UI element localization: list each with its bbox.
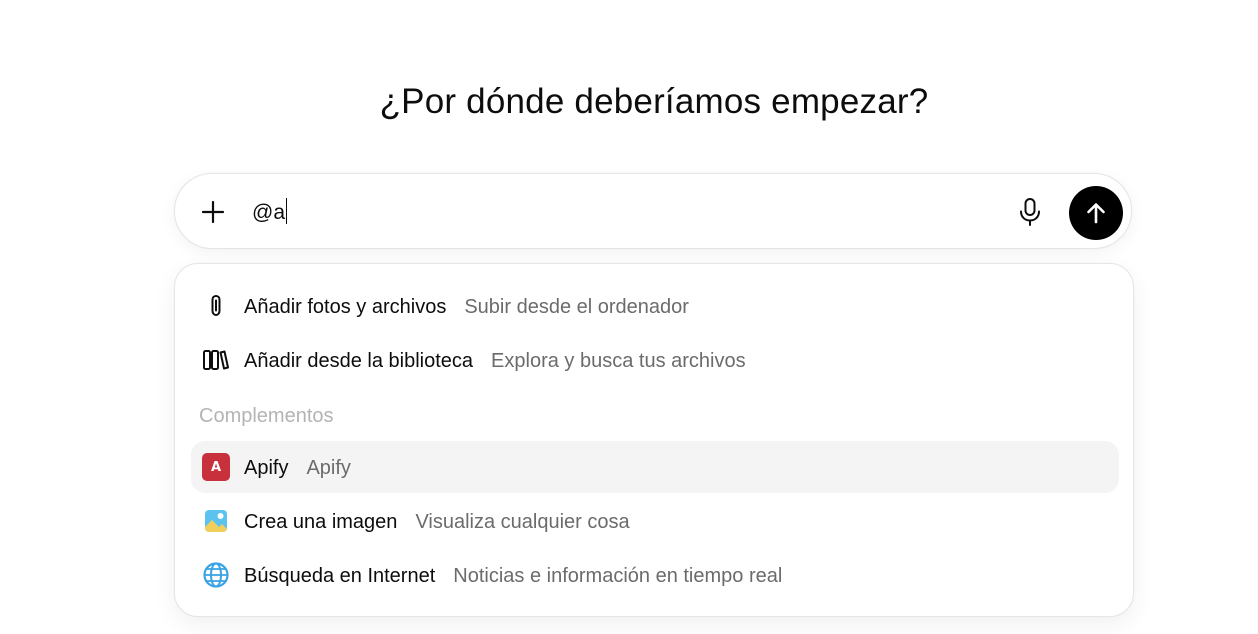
menu-item-description: Apify	[306, 457, 351, 479]
library-icon	[201, 345, 231, 375]
add-attachment-button[interactable]	[195, 194, 231, 230]
mention-suggestions-menu: Añadir fotos y archivos Subir desde el or…	[174, 263, 1134, 617]
menu-item-title: Apify	[244, 457, 289, 479]
menu-item-text: Crea una imagen Visualiza cualquier cosa	[244, 509, 630, 535]
menu-item-text: Añadir desde la biblioteca Explora y busc…	[244, 348, 746, 374]
menu-item-description: Visualiza cualquier cosa	[415, 511, 630, 533]
text-caret	[286, 198, 287, 224]
menu-item-title: Añadir desde la biblioteca	[244, 350, 474, 372]
arrow-up-icon	[1087, 203, 1105, 224]
menu-item-text: Añadir fotos y archivos Subir desde el or…	[244, 294, 689, 320]
menu-item-description: Noticias e información en tiempo real	[453, 565, 783, 587]
menu-item-create-image[interactable]: Crea una imagen Visualiza cualquier cosa	[191, 495, 1119, 547]
plus-icon	[201, 200, 225, 224]
apify-logo-icon: A	[201, 452, 231, 482]
menu-item-add-photos-files[interactable]: Añadir fotos y archivos Subir desde el or…	[191, 280, 1119, 332]
menu-item-title: Búsqueda en Internet	[244, 565, 436, 587]
menu-item-title: Añadir fotos y archivos	[244, 296, 447, 318]
prompt-input-value: @a	[252, 201, 285, 224]
menu-item-plugin-apify[interactable]: A Apify Apify	[191, 441, 1119, 493]
paperclip-icon	[201, 291, 231, 321]
dictate-button[interactable]	[1011, 193, 1049, 231]
image-icon	[201, 506, 231, 536]
menu-item-description: Explora y busca tus archivos	[491, 350, 746, 372]
menu-item-description: Subir desde el ordenador	[464, 296, 689, 318]
menu-item-text: Apify Apify	[244, 455, 351, 481]
menu-item-title: Crea una imagen	[244, 511, 398, 533]
globe-icon	[201, 560, 231, 590]
page-heading: ¿Por dónde deberíamos empezar?	[379, 82, 929, 121]
microphone-icon	[1020, 198, 1040, 226]
menu-item-add-from-library[interactable]: Añadir desde la biblioteca Explora y busc…	[191, 334, 1119, 386]
menu-item-web-search[interactable]: Búsqueda en Internet Noticias e informaci…	[191, 549, 1119, 601]
apify-logo-badge: A	[202, 453, 230, 481]
prompt-input[interactable]: @a	[252, 198, 287, 227]
menu-item-text: Búsqueda en Internet Noticias e informaci…	[244, 563, 782, 589]
prompt-composer: @a	[174, 173, 1132, 249]
send-button[interactable]	[1069, 186, 1123, 240]
section-label-complementos: Complementos	[199, 405, 334, 427]
